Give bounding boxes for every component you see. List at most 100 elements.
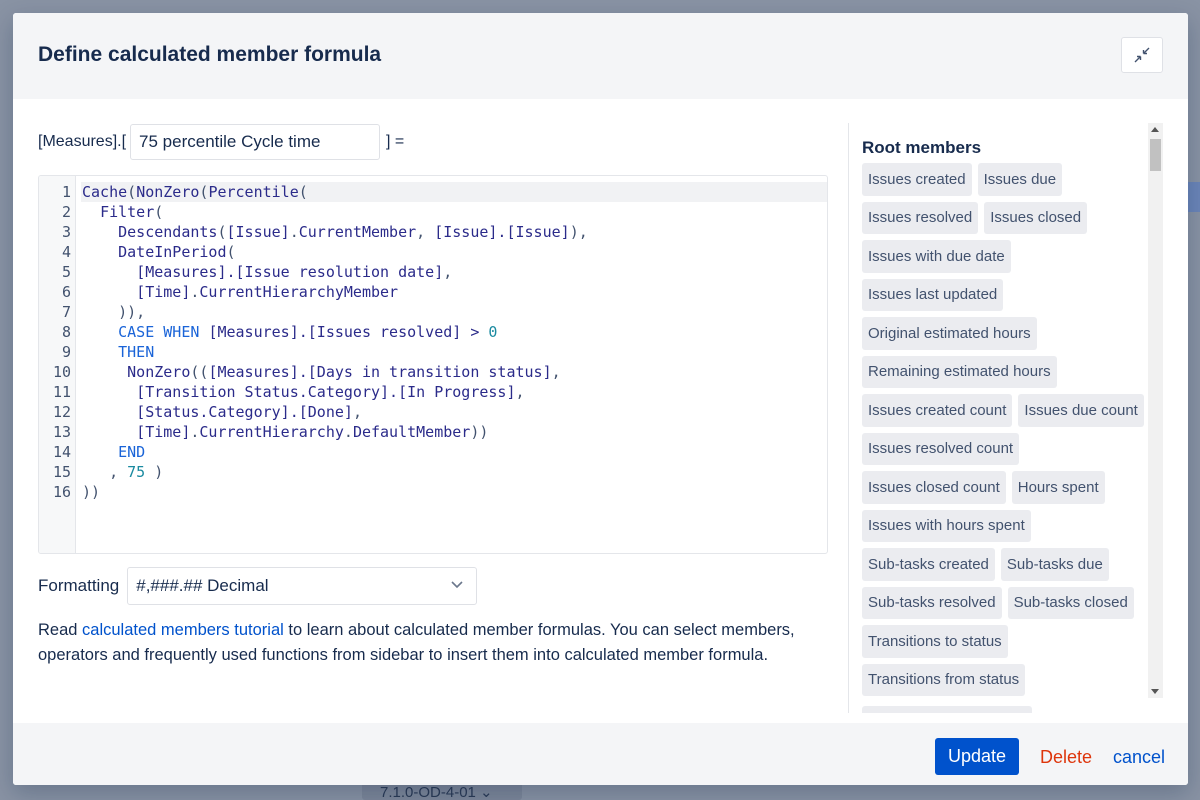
- member-tag[interactable]: Issues closed: [984, 201, 1088, 234]
- code-line[interactable]: 13 [Time].CurrentHierarchy.DefaultMember…: [39, 422, 827, 442]
- member-tag[interactable]: Issues resolved: [862, 201, 979, 234]
- measures-suffix: ] =: [386, 133, 405, 150]
- code-text: )),: [81, 302, 827, 322]
- formula-editor[interactable]: 1 Cache(NonZero(Percentile(2 Filter(3 Des…: [38, 175, 828, 554]
- code-token: [Status.Category].[Done]: [136, 403, 353, 421]
- code-line[interactable]: 12 [Status.Category].[Done],: [39, 402, 827, 422]
- sidebar-scrollbar[interactable]: [1148, 123, 1163, 698]
- code-line[interactable]: 1 Cache(NonZero(Percentile(: [39, 182, 827, 202]
- code-line[interactable]: 5 [Measures].[Issue resolution date],: [39, 262, 827, 282]
- code-line[interactable]: 3 Descendants([Issue].CurrentMember, [Is…: [39, 222, 827, 242]
- member-name-input[interactable]: [130, 124, 381, 160]
- code-line[interactable]: 8 CASE WHEN [Measures].[Issues resolved]…: [39, 322, 827, 342]
- member-tag[interactable]: Issues resolved count: [862, 432, 1020, 465]
- line-number: 3: [61, 223, 71, 241]
- code-line[interactable]: 9 THEN: [39, 342, 827, 362]
- formatting-select[interactable]: #,###.## Decimal: [127, 567, 478, 605]
- code-token: .: [289, 223, 299, 241]
- code-line[interactable]: 7 )),: [39, 302, 827, 322]
- code-text: )): [81, 482, 827, 502]
- scroll-down-arrow-icon[interactable]: [1151, 689, 1159, 694]
- code-token: ,: [416, 223, 435, 241]
- line-number: 11: [52, 383, 71, 401]
- line-number: 2: [61, 203, 71, 221]
- member-tag[interactable]: Sub-tasks created: [862, 548, 995, 581]
- member-tag[interactable]: Hours spent: [1011, 471, 1105, 504]
- code-line[interactable]: 16)): [39, 482, 827, 502]
- code-token: 0: [488, 323, 498, 341]
- code-token: ): [145, 463, 164, 481]
- line-number: 6: [61, 283, 71, 301]
- code-token: NonZero: [127, 363, 191, 381]
- member-tag[interactable]: Issues closed count: [862, 471, 1006, 504]
- code-token: NonZero: [136, 183, 200, 201]
- sidebar-title: Root members: [862, 138, 982, 157]
- member-tag[interactable]: Remaining estimated hours: [862, 355, 1057, 388]
- member-tag[interactable]: Sub-tasks due: [1000, 548, 1109, 581]
- member-tag[interactable]: Original estimated hours: [862, 317, 1037, 350]
- code-line[interactable]: 2 Filter(: [39, 202, 827, 222]
- help-text: Read calculated members tutorial to lear…: [38, 618, 798, 668]
- code-text: Filter(: [81, 202, 827, 222]
- line-number: 1: [61, 183, 71, 201]
- code-line[interactable]: 11 [Transition Status.Category].[In Prog…: [39, 382, 827, 402]
- member-tag-partial[interactable]: [862, 706, 1032, 713]
- cancel-button[interactable]: cancel: [1113, 747, 1165, 768]
- code-token: )): [470, 423, 489, 441]
- code-token: ,: [352, 403, 362, 421]
- member-tag[interactable]: Issues with hours spent: [862, 509, 1031, 542]
- dialog-header: Define calculated member formula: [13, 13, 1188, 99]
- formatting-selected-value: #,###.## Decimal: [136, 576, 269, 595]
- collapse-arrows-icon: [1134, 47, 1150, 63]
- code-token: ),: [569, 223, 588, 241]
- code-line[interactable]: 15 , 75 ): [39, 462, 827, 482]
- member-tag[interactable]: Transitions to status: [862, 625, 1008, 658]
- code-line[interactable]: 6 [Time].CurrentHierarchyMember: [39, 282, 827, 302]
- member-tag[interactable]: Issues with due date: [862, 240, 1011, 273]
- code-token: .: [343, 423, 353, 441]
- line-number: 13: [52, 423, 71, 441]
- code-token: [Measures].[Days in transition status]: [208, 363, 552, 381]
- code-token: )): [82, 483, 101, 501]
- member-tag[interactable]: Issues created: [862, 163, 972, 196]
- member-tag[interactable]: Issues due count: [1018, 394, 1144, 427]
- member-tag[interactable]: Issues created count: [862, 394, 1013, 427]
- code-token: ,: [551, 363, 561, 381]
- code-token: [Measures].[Issues resolved]: [208, 323, 462, 341]
- tutorial-link[interactable]: calculated members tutorial: [82, 621, 284, 639]
- code-line[interactable]: 10 NonZero(([Measures].[Days in transiti…: [39, 362, 827, 382]
- code-text: [Time].CurrentHierarchyMember: [81, 282, 827, 302]
- code-token: ((: [190, 363, 209, 381]
- code-line[interactable]: 4 DateInPeriod(: [39, 242, 827, 262]
- scroll-up-arrow-icon[interactable]: [1151, 127, 1159, 132]
- collapse-button[interactable]: [1121, 37, 1163, 73]
- dialog-body: [Measures].[ ] = 1Cache(NonZero(Percenti…: [13, 99, 1188, 723]
- formatting-label: Formatting: [38, 576, 120, 595]
- member-tag[interactable]: Sub-tasks resolved: [862, 586, 1002, 619]
- line-number: 8: [61, 323, 71, 341]
- code-token: [Time]: [136, 423, 191, 441]
- code-token: THEN: [118, 343, 155, 361]
- members-sidebar: Root members Issues created Issues due Iss…: [848, 123, 1163, 713]
- code-text: CASE WHEN [Measures].[Issues resolved] >…: [81, 322, 827, 342]
- member-tag[interactable]: Issues last updated: [862, 278, 1004, 311]
- scroll-thumb[interactable]: [1150, 139, 1161, 171]
- member-tag[interactable]: Issues due: [977, 163, 1063, 196]
- update-button[interactable]: Update: [935, 738, 1019, 775]
- root-members-list: Issues created Issues due Issues resolved I…: [862, 163, 1147, 713]
- line-number: 10: [52, 363, 71, 381]
- code-token: [Measures].[Issue resolution date]: [136, 263, 444, 281]
- delete-button[interactable]: Delete: [1040, 747, 1092, 768]
- code-text: DateInPeriod(: [81, 242, 827, 262]
- member-tag[interactable]: Transitions from status: [862, 663, 1026, 696]
- code-token: DefaultMember: [352, 423, 471, 441]
- member-tag[interactable]: Sub-tasks closed: [1007, 586, 1134, 619]
- code-token: ,: [515, 383, 525, 401]
- code-token: (: [298, 183, 308, 201]
- dialog-title: Define calculated member formula: [38, 43, 382, 66]
- code-line[interactable]: 14 END: [39, 442, 827, 462]
- code-token: (: [226, 243, 236, 261]
